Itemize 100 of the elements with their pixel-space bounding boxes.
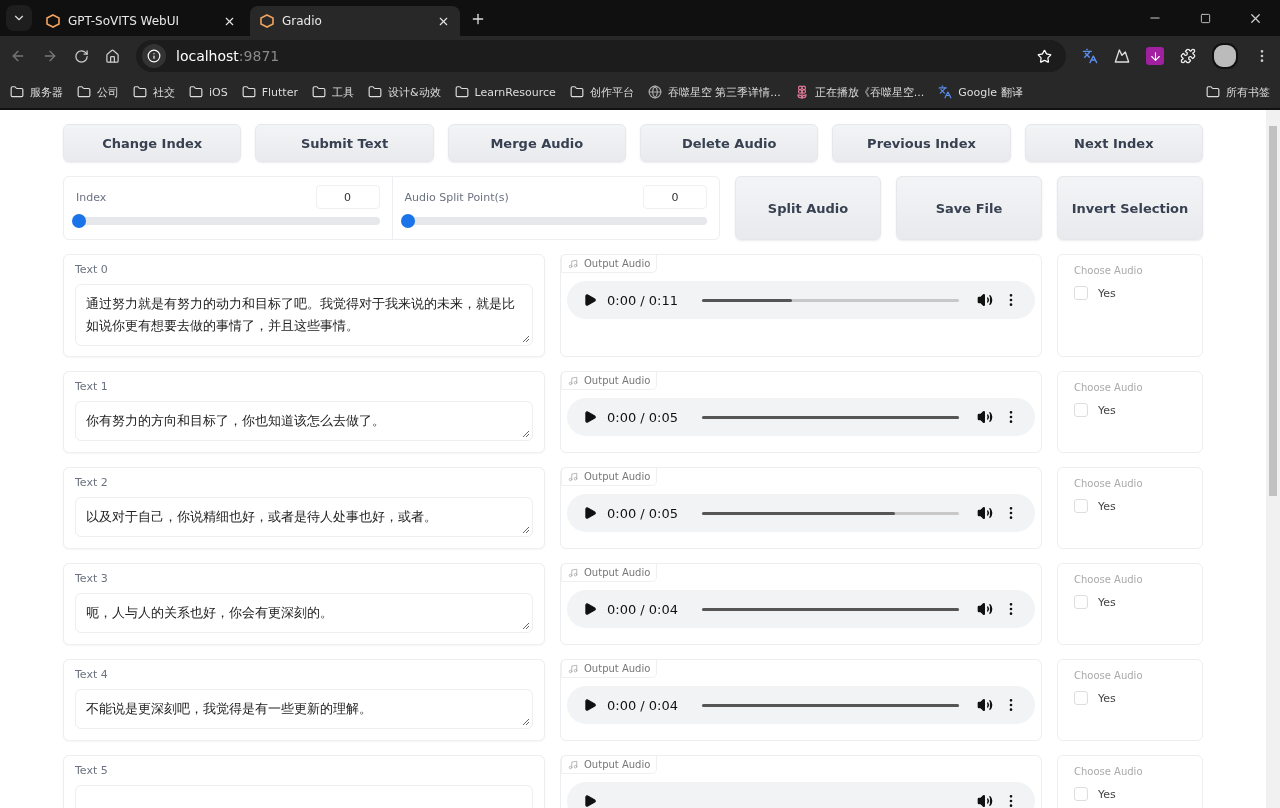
resize-grip-icon[interactable] <box>522 335 530 343</box>
browser-tab[interactable]: Gradio <box>250 6 460 36</box>
bookmark-item[interactable]: 正在播放《吞噬星空... <box>794 84 925 100</box>
time-text: 0:00 / 0:04 <box>607 697 679 713</box>
text-area[interactable]: 呃，人与人的关系也好，你会有更深刻的。 <box>75 593 533 633</box>
bookmark-item[interactable]: iOS <box>189 85 228 99</box>
action-button[interactable]: Delete Audio <box>640 124 819 162</box>
avatar-icon[interactable] <box>1212 43 1238 69</box>
play-icon[interactable] <box>583 410 597 424</box>
slider-thumb[interactable] <box>400 214 415 228</box>
action-button[interactable]: Previous Index <box>832 124 1011 162</box>
checkbox[interactable] <box>1074 787 1088 801</box>
audio-label: Output Audio <box>561 468 658 486</box>
action-button[interactable]: Change Index <box>63 124 242 162</box>
bookmark-star-icon[interactable] <box>1037 48 1052 64</box>
mountain-icon[interactable] <box>1114 48 1130 64</box>
time-text: 0:00 / 0:05 <box>607 409 679 425</box>
extensions-icon[interactable] <box>1180 48 1196 64</box>
choose-label: Choose Audio <box>1074 265 1144 276</box>
globe-icon <box>647 85 662 99</box>
play-icon[interactable] <box>583 602 597 616</box>
bookmark-item[interactable]: 吞噬星空 第三季详情... <box>647 84 781 100</box>
folder-icon <box>77 85 91 99</box>
translate-icon[interactable] <box>1082 48 1098 64</box>
text-label: Text 1 <box>75 380 109 393</box>
text-label: Text 0 <box>75 263 109 276</box>
action-button[interactable]: Submit Text <box>255 124 434 162</box>
text-area[interactable]: 不能说是更深刻吧，我觉得是有一些更新的理解。 <box>75 689 533 729</box>
action-button[interactable]: Merge Audio <box>447 124 626 162</box>
volume-icon[interactable] <box>977 697 993 713</box>
checkbox[interactable] <box>1074 595 1088 609</box>
slider-thumb[interactable] <box>72 214 86 228</box>
bookmark-item[interactable]: 设计&动效 <box>368 84 441 100</box>
bookmark-item[interactable]: Google 翻译 <box>938 84 1023 100</box>
audio-label: Output Audio <box>561 756 658 774</box>
bookmark-item[interactable]: Flutter <box>241 85 298 99</box>
new-tab-icon[interactable] <box>470 11 486 27</box>
audio-player[interactable]: 0:00 / 0:04 <box>567 590 1035 628</box>
volume-icon[interactable] <box>977 292 993 308</box>
audio-player[interactable]: 0:00 / 0:11 <box>567 281 1035 319</box>
browser-tab[interactable]: GPT-SoVITS WebUI <box>36 6 246 36</box>
number-field[interactable]: 0 <box>315 185 380 209</box>
bookmark-item[interactable]: 创作平台 <box>569 84 634 100</box>
number-field[interactable]: 0 <box>643 185 707 209</box>
home-icon[interactable] <box>105 48 120 64</box>
music-note-icon <box>568 663 578 674</box>
bookmark-item[interactable]: 工具 <box>312 84 354 100</box>
option-label: Yes <box>1098 403 1116 417</box>
slider[interactable] <box>404 214 707 228</box>
bookmark-item[interactable]: 服务器 <box>10 84 63 100</box>
audio-player[interactable]: 0:00 / 0:05 <box>567 398 1035 436</box>
text-area[interactable]: 通过努力就是有努力的动力和目标了吧。我觉得对于我来说的未来，就是比如说你更有想要去做的事情了，并且这些事情。 <box>75 284 533 346</box>
option-label: Yes <box>1098 286 1116 300</box>
bookmark-item[interactable]: 社交 <box>133 84 175 100</box>
play-icon[interactable] <box>583 698 597 712</box>
folder-icon <box>241 85 256 99</box>
action-button[interactable]: Next Index <box>1024 124 1203 162</box>
volume-icon[interactable] <box>977 409 993 425</box>
text-label: Text 2 <box>75 476 109 489</box>
audio-player[interactable]: 0:00 / 0:05 <box>567 494 1035 532</box>
address-bar[interactable]: localhost:9871 <box>136 40 1066 72</box>
bookmark-item[interactable]: LearnResource <box>454 85 556 99</box>
resize-grip-icon[interactable] <box>522 526 530 534</box>
audio-player[interactable]: 0:00 / 0:04 <box>567 686 1035 724</box>
scrollbar-thumb[interactable] <box>1269 126 1277 496</box>
folder-icon <box>454 85 469 99</box>
action-button[interactable]: Split Audio <box>735 176 881 240</box>
play-icon[interactable] <box>583 794 597 808</box>
audio-label: Output Audio <box>561 564 658 582</box>
tab-list-button[interactable] <box>6 5 32 31</box>
checkbox[interactable] <box>1074 286 1088 300</box>
volume-icon[interactable] <box>977 505 993 521</box>
text-area[interactable]: 以及对于自己，你说精细也好，或者是待人处事也好，或者。 <box>75 497 533 537</box>
bookmark-item[interactable]: 公司 <box>77 84 119 100</box>
volume-icon[interactable] <box>977 793 993 808</box>
text-label: Text 3 <box>75 572 109 585</box>
slider-label: Audio Split Point(s) <box>404 190 509 204</box>
reload-icon[interactable] <box>74 48 89 64</box>
checkbox[interactable] <box>1074 403 1088 417</box>
resize-grip-icon[interactable] <box>522 718 530 726</box>
volume-icon[interactable] <box>977 601 993 617</box>
resize-grip-icon[interactable] <box>522 622 530 630</box>
download-icon[interactable] <box>1146 47 1164 65</box>
text-area[interactable]: 你有努力的方向和目标了，你也知道该怎么去做了。 <box>75 401 533 441</box>
maximize-icon[interactable] <box>1199 12 1211 24</box>
folder-icon <box>569 85 584 99</box>
action-button[interactable]: Save File <box>896 176 1042 240</box>
action-button[interactable]: Invert Selection <box>1057 176 1203 240</box>
play-icon[interactable] <box>583 506 597 520</box>
checkbox[interactable] <box>1074 691 1088 705</box>
url-text: localhost:9871 <box>176 48 280 64</box>
back-icon[interactable] <box>10 48 26 64</box>
info-icon[interactable] <box>142 44 166 68</box>
forward-icon[interactable] <box>42 48 58 64</box>
checkbox[interactable] <box>1074 499 1088 513</box>
all-bookmarks-item[interactable]: 所有书签 <box>1206 84 1270 100</box>
play-icon[interactable] <box>583 293 597 307</box>
slider-label: Index <box>76 190 107 204</box>
resize-grip-icon[interactable] <box>522 430 530 438</box>
folder-icon <box>189 85 203 99</box>
